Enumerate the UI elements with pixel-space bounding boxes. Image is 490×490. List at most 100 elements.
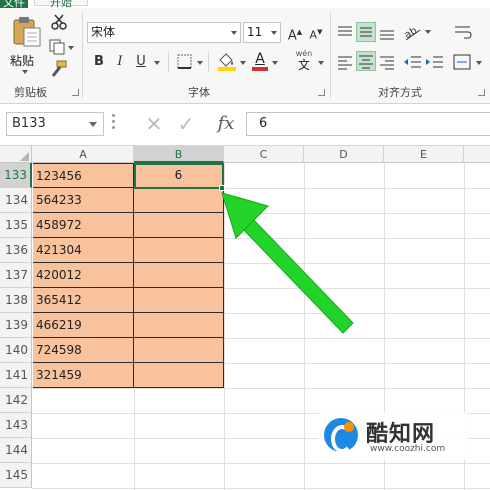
row-header[interactable]: 143	[0, 413, 32, 438]
row-header[interactable]: 135	[0, 213, 32, 238]
align-right-icon[interactable]	[378, 53, 396, 71]
orientation-dropdown-arrow[interactable]	[425, 30, 431, 34]
paste-dropdown-arrow[interactable]	[22, 70, 28, 74]
cell-a[interactable]: 123456	[33, 163, 134, 188]
italic-button[interactable]: I	[110, 52, 130, 72]
row-header[interactable]: 136	[0, 238, 32, 263]
merge-dropdown-arrow[interactable]	[476, 61, 482, 65]
cell-b[interactable]: 6	[134, 163, 224, 188]
row-header[interactable]: 139	[0, 313, 32, 338]
merge-center-icon[interactable]	[452, 53, 474, 71]
column-header-a[interactable]: A	[33, 146, 134, 163]
paste-label: 粘贴	[10, 54, 35, 68]
resize-handle-icon[interactable]	[112, 114, 115, 134]
font-color-dropdown-arrow[interactable]	[272, 61, 278, 65]
fill-handle[interactable]	[219, 185, 225, 191]
select-all-button[interactable]	[0, 146, 32, 163]
cut-icon[interactable]	[50, 13, 68, 31]
cell-b[interactable]	[134, 263, 224, 288]
border-dropdown-arrow[interactable]	[197, 61, 203, 65]
column-header-b[interactable]: B	[134, 146, 224, 163]
clipboard-launcher-icon[interactable]	[72, 89, 79, 96]
bold-button[interactable]: B	[89, 52, 109, 72]
cell-b[interactable]	[134, 313, 224, 338]
row-header[interactable]: 144	[0, 438, 32, 463]
cell-b[interactable]	[134, 413, 224, 438]
font-launcher-icon[interactable]	[318, 89, 325, 96]
cell-a[interactable]: 724598	[33, 338, 134, 363]
row-header[interactable]: 141	[0, 363, 32, 388]
cell-a[interactable]: 421304	[33, 238, 134, 263]
row-header[interactable]: 137	[0, 263, 32, 288]
alignment-launcher-icon[interactable]	[478, 89, 485, 96]
paste-button[interactable]: 粘贴	[8, 14, 44, 74]
underline-button[interactable]: U	[131, 52, 151, 72]
underline-dropdown-arrow[interactable]	[154, 61, 160, 65]
font-color-button[interactable]: A	[250, 51, 270, 71]
insert-function-button[interactable]: fx	[212, 112, 240, 136]
cell-a[interactable]: 564233	[33, 188, 134, 213]
align-bottom-icon[interactable]	[378, 24, 396, 42]
copy-icon[interactable]	[48, 38, 66, 56]
cell-a[interactable]	[33, 413, 134, 438]
cell-b[interactable]	[134, 238, 224, 263]
decrease-indent-icon[interactable]	[402, 53, 422, 71]
column-header-c[interactable]: C	[224, 146, 304, 163]
cancel-icon[interactable]: ✕	[142, 112, 166, 136]
cell-b[interactable]	[134, 288, 224, 313]
fill-color-swatch	[218, 67, 236, 71]
cell-b[interactable]	[134, 188, 224, 213]
fill-color-icon[interactable]	[216, 51, 238, 71]
row-header[interactable]: 133	[0, 163, 32, 188]
increase-indent-icon[interactable]	[424, 53, 444, 71]
cell-b[interactable]	[134, 463, 224, 488]
format-painter-icon[interactable]	[48, 60, 68, 78]
column-header-d[interactable]: D	[304, 146, 384, 163]
cell-a[interactable]	[33, 388, 134, 413]
font-name-combo[interactable]: 宋体	[87, 22, 241, 43]
cell-a[interactable]: 321459	[33, 363, 134, 388]
row-header[interactable]: 145	[0, 463, 32, 488]
cell-b[interactable]	[134, 388, 224, 413]
watermark-logo-icon	[324, 418, 358, 453]
tab-file[interactable]: 文件	[0, 0, 28, 9]
fill-color-dropdown-arrow[interactable]	[240, 61, 246, 65]
cell-b[interactable]	[134, 438, 224, 463]
paste-icon	[13, 17, 41, 47]
border-icon[interactable]	[176, 53, 194, 71]
chevron-down-icon[interactable]	[89, 122, 97, 127]
cell-b[interactable]	[134, 213, 224, 238]
column-header-row: A B C D E	[0, 146, 490, 163]
formula-input[interactable]: 6	[246, 112, 490, 136]
row-header[interactable]: 134	[0, 188, 32, 213]
align-middle-button[interactable]	[356, 22, 376, 42]
cell-a[interactable]: 466219	[33, 313, 134, 338]
align-center-button[interactable]	[356, 51, 376, 71]
cell-b[interactable]	[134, 338, 224, 363]
cell-a[interactable]: 365412	[33, 288, 134, 313]
cell-a[interactable]	[33, 438, 134, 463]
column-header-f[interactable]	[464, 146, 490, 163]
enter-icon[interactable]: ✓	[174, 112, 198, 136]
orientation-icon[interactable]: ab	[402, 22, 424, 42]
grow-font-button[interactable]: A▲	[285, 22, 305, 43]
copy-dropdown-arrow[interactable]	[68, 46, 74, 50]
row-header[interactable]: 140	[0, 338, 32, 363]
cell-a[interactable]: 458972	[33, 213, 134, 238]
wrap-text-icon[interactable]	[452, 22, 474, 42]
phonetic-dropdown-arrow[interactable]	[318, 61, 324, 65]
shrink-font-button[interactable]: A▼	[306, 22, 326, 42]
column-header-e[interactable]: E	[384, 146, 464, 163]
formula-bar: B133 ✕ ✓ fx 6	[0, 104, 490, 146]
font-size-combo[interactable]: 11	[243, 22, 281, 43]
align-left-icon[interactable]	[336, 53, 354, 71]
row-header[interactable]: 142	[0, 388, 32, 413]
cell-b[interactable]	[134, 363, 224, 388]
align-top-icon[interactable]	[336, 24, 354, 42]
cell-a[interactable]: 420012	[33, 263, 134, 288]
tab-home[interactable]: 开始	[34, 0, 88, 9]
row-header[interactable]: 138	[0, 288, 32, 313]
phonetic-button[interactable]: wén 文	[292, 49, 316, 73]
cell-a[interactable]	[33, 463, 134, 488]
name-box[interactable]: B133	[6, 112, 104, 136]
